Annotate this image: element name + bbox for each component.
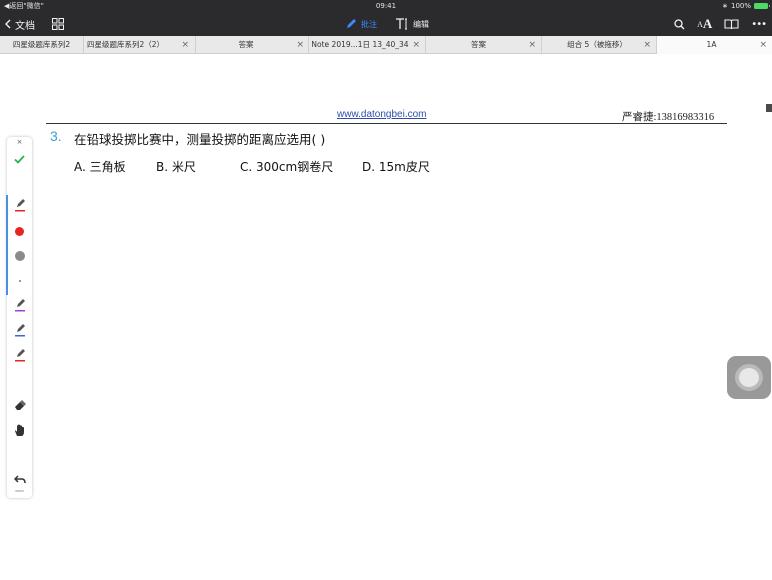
assistive-touch-button[interactable]: [727, 356, 771, 399]
question-text: 在铅球投掷比赛中，测量投掷的距离应选用( ): [74, 132, 326, 147]
confirm-button[interactable]: [7, 150, 32, 168]
bluetooth-icon: ∗: [722, 2, 728, 10]
tab-label: 四星级题库系列2（2）: [86, 40, 165, 49]
scroll-indicator[interactable]: [766, 104, 772, 112]
tab-series2-2[interactable]: 四星级题库系列2（2） ×: [84, 36, 196, 54]
tab-label: Note 2019...1日 13_40_34: [311, 40, 409, 49]
search-icon[interactable]: [674, 18, 685, 30]
option-d: D. 15m皮尺: [362, 160, 430, 174]
pen-icon: [14, 199, 25, 212]
close-icon[interactable]: ×: [643, 36, 651, 54]
small-dot-icon: [18, 280, 21, 282]
tab-label: 四星级题库系列2: [12, 40, 71, 49]
tab-1a[interactable]: 1A ×: [657, 36, 772, 54]
pen-icon: [14, 349, 25, 362]
tab-series2[interactable]: 四星级题库系列2: [0, 36, 84, 54]
text-cursor-icon: [396, 18, 407, 30]
document-tab-bar: 四星级题库系列2 四星级题库系列2（2） × 答案 × Note 2019...…: [0, 36, 772, 54]
option-c: C. 300cm钢卷尺: [240, 160, 334, 174]
tab-label: 1A: [706, 40, 717, 49]
font-size-button[interactable]: AA: [697, 16, 712, 32]
status-right: ∗ 100%: [722, 0, 770, 12]
status-time: 09:41: [375, 2, 397, 10]
header-divider: [46, 123, 727, 124]
pen-tool-panel: ×: [6, 137, 32, 498]
tab-combo-5[interactable]: 组合 5（被拖移） ×: [542, 36, 657, 54]
eraser-icon: [14, 400, 26, 410]
color-red-swatch[interactable]: [7, 222, 32, 240]
hand-tool[interactable]: [7, 421, 32, 439]
red-dot-icon: [15, 226, 24, 236]
top-toolbar: 文档 批注 编辑 AA •••: [0, 12, 772, 36]
tab-label: 组合 5（被拖移）: [567, 40, 627, 49]
status-bar: ◀返回"微信" 09:41 ∗ 100%: [0, 0, 772, 12]
tab-note-2019[interactable]: Note 2019...1日 13_40_34 ×: [309, 36, 426, 54]
question-number: 3.: [50, 128, 62, 144]
undo-button[interactable]: [7, 470, 32, 488]
checkmark-icon: [14, 154, 25, 164]
stroke-thin-option[interactable]: [7, 272, 32, 290]
edit-mode-button[interactable]: 编辑: [395, 18, 429, 30]
battery-percent: 100%: [730, 2, 751, 10]
tab-answer-2[interactable]: 答案 ×: [426, 36, 542, 54]
back-to-documents-button[interactable]: 文档: [5, 12, 35, 36]
annotate-mode-label: 批注: [361, 19, 377, 29]
edit-mode-label: 编辑: [413, 19, 429, 29]
back-label: 文档: [15, 20, 35, 32]
pen-red-2-tool[interactable]: [7, 346, 32, 364]
panel-drag-handle[interactable]: [15, 490, 24, 492]
assistive-core-icon: [739, 368, 759, 387]
header-url-link[interactable]: www.datongbei.com: [337, 109, 427, 120]
header-author: 严睿捷:13816983316: [622, 112, 715, 123]
close-icon[interactable]: ×: [412, 36, 420, 54]
more-options-icon[interactable]: •••: [751, 19, 767, 30]
chevron-left-icon: [5, 19, 11, 29]
pen-purple-tool[interactable]: [7, 296, 32, 314]
gray-dot-icon: [14, 251, 25, 261]
pen-icon: [14, 299, 25, 312]
hand-icon: [14, 424, 24, 436]
mode-switcher: 批注 编辑: [345, 12, 429, 36]
close-icon[interactable]: ×: [759, 36, 767, 54]
option-a: A. 三角板: [74, 160, 126, 174]
undo-icon: [13, 474, 26, 483]
color-gray-swatch[interactable]: [7, 247, 32, 265]
toolbar-right: AA •••: [674, 12, 767, 36]
grid-view-icon[interactable]: [52, 18, 64, 30]
option-b: B. 米尺: [156, 160, 196, 174]
close-icon[interactable]: ×: [296, 36, 304, 54]
pen-blue-tool[interactable]: [7, 321, 32, 339]
battery-icon: [754, 3, 770, 9]
book-view-icon[interactable]: [724, 18, 739, 30]
tab-answer-1[interactable]: 答案 ×: [196, 36, 309, 54]
tab-label: 答案: [471, 40, 486, 49]
close-icon[interactable]: ×: [181, 36, 189, 54]
close-icon: ×: [16, 138, 23, 146]
close-panel-button[interactable]: ×: [7, 133, 32, 151]
pen-icon: [347, 19, 356, 28]
close-icon[interactable]: ×: [528, 36, 536, 54]
pen-icon: [14, 324, 25, 337]
tab-label: 答案: [238, 40, 254, 49]
annotate-mode-button[interactable]: 批注: [345, 18, 377, 30]
pen-red-tool[interactable]: [7, 196, 32, 214]
eraser-tool[interactable]: [7, 396, 32, 414]
